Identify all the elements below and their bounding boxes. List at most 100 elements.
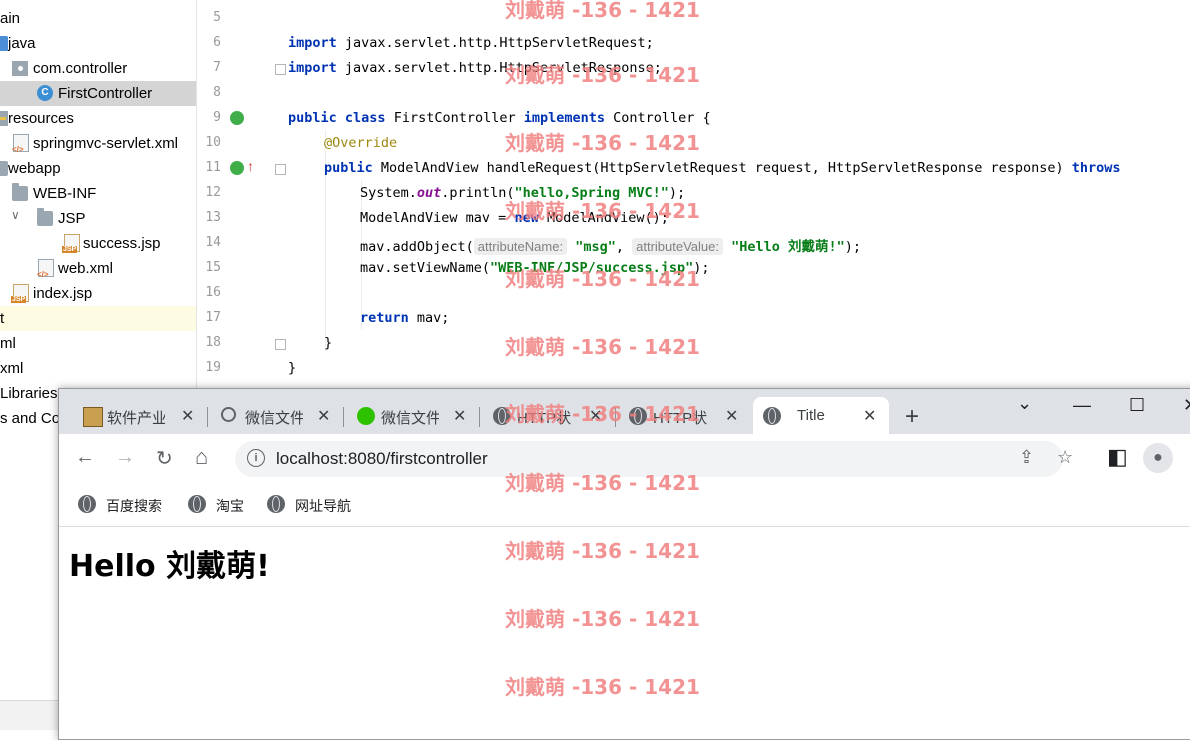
profile-avatar-icon[interactable]: ●: [1143, 443, 1173, 473]
tree-item-web-inf[interactable]: WEB-INF: [0, 181, 196, 206]
tree-item-success-jsp[interactable]: success.jsp: [0, 231, 196, 256]
tab-close-icon[interactable]: ✕: [725, 406, 738, 426]
globe-icon: [763, 407, 781, 425]
code-token: public: [288, 110, 337, 126]
tree-item-resources[interactable]: resources: [0, 106, 196, 131]
tree-item-com-controller[interactable]: com.controller: [0, 56, 196, 81]
globe-icon: [78, 495, 96, 513]
tab-wechat-file-1[interactable]: 微信文件 ✕: [211, 397, 341, 434]
tree-item-main[interactable]: ain: [0, 6, 196, 31]
tree-item-firstcontroller[interactable]: C FirstController: [0, 81, 196, 106]
tree-item-springmvc-servlet-xml[interactable]: springmvc-servlet.xml: [0, 131, 196, 156]
tab-wechat-file-2[interactable]: 微信文件 ✕: [347, 397, 477, 434]
code-token: "WEB-INF/JSP/success.jsp": [490, 260, 694, 276]
url-text[interactable]: localhost:8080/firstcontroller: [276, 449, 488, 469]
tree-item-label: java: [8, 35, 36, 52]
line-number: 13: [205, 210, 221, 225]
tree-item-web-xml[interactable]: web.xml: [0, 256, 196, 281]
new-tab-button[interactable]: +: [905, 403, 919, 431]
tree-item-label: webapp: [8, 160, 61, 177]
xml-file-icon: [37, 259, 54, 279]
close-window-button[interactable]: ✕: [1183, 395, 1190, 416]
code-token: mav;: [408, 310, 450, 326]
tab-search-dropdown-icon[interactable]: ⌄: [1017, 393, 1032, 414]
resources-folder-icon: [0, 111, 8, 126]
override-arrow-icon[interactable]: ↑: [247, 158, 254, 174]
tree-item-label: ml: [0, 335, 16, 352]
tree-item-target[interactable]: t: [0, 306, 196, 331]
tab-software[interactable]: 软件产业 ✕: [73, 397, 203, 434]
line-number: 11: [205, 160, 221, 175]
line-number: 17: [205, 310, 221, 325]
back-button[interactable]: ←: [75, 446, 95, 469]
code-line-19: }: [288, 360, 296, 376]
tree-item-java[interactable]: java: [0, 31, 196, 56]
code-line-6: import javax.servlet.http.HttpServletReq…: [288, 35, 654, 51]
chevron-down-icon[interactable]: ∨: [11, 208, 20, 222]
code-line-18: }: [324, 335, 332, 351]
tab-http-status-2[interactable]: HTTP状 ✕: [619, 397, 749, 434]
tab-close-icon[interactable]: ✕: [453, 406, 466, 426]
tab-separator: [615, 407, 616, 427]
home-button[interactable]: ⌂: [195, 444, 208, 470]
globe-icon: [188, 495, 206, 513]
code-line-17: return mav;: [360, 310, 449, 326]
code-editor[interactable]: 5 6 7 8 9 10 11 12 13 14 15 16 17 18 19 …: [196, 0, 1190, 390]
line-number: 18: [205, 335, 221, 350]
line-number: 14: [205, 235, 221, 250]
tree-item-jsp-folder[interactable]: ∨ JSP: [0, 206, 196, 231]
code-token: import: [288, 35, 337, 51]
tree-item-xml[interactable]: xml: [0, 356, 196, 381]
globe-icon: [493, 407, 511, 425]
reload-button[interactable]: ↻: [156, 446, 173, 471]
tab-http-status-1[interactable]: HTTP状 ✕: [483, 397, 613, 434]
site-info-icon[interactable]: i: [247, 449, 265, 467]
tree-item-index-jsp[interactable]: index.jsp: [0, 281, 196, 306]
code-token: "msg": [575, 239, 616, 255]
tab-separator: [207, 407, 208, 427]
code-token: implements: [523, 110, 606, 126]
fold-marker-icon[interactable]: [275, 164, 286, 175]
tree-item-ml[interactable]: ml: [0, 331, 196, 356]
code-token: FirstController: [385, 110, 524, 126]
bookmarks-bar: 百度搜索 淘宝 网址导航: [59, 484, 1190, 527]
bookmark-star-icon[interactable]: ☆: [1057, 447, 1073, 468]
minimize-button[interactable]: —: [1073, 395, 1091, 416]
maximize-button[interactable]: ☐: [1129, 395, 1145, 416]
line-number: 9: [213, 110, 221, 125]
bookmark-label: 网址导航: [295, 498, 351, 514]
run-gutter-icon[interactable]: [230, 111, 244, 125]
tab-close-icon[interactable]: ✕: [181, 406, 194, 426]
tab-title: 微信文件: [381, 410, 439, 427]
tab-close-icon[interactable]: ✕: [863, 406, 876, 426]
search-icon: [221, 407, 236, 422]
tab-title-active[interactable]: Title ✕: [753, 397, 889, 434]
code-line-11: public ModelAndView handleRequest(HttpSe…: [324, 160, 1121, 176]
tab-title: Title: [797, 407, 825, 424]
tree-item-label: index.jsp: [33, 285, 93, 302]
fold-marker-icon[interactable]: [275, 339, 286, 350]
code-line-12: System.out.println("hello,Spring MVC!");: [360, 185, 685, 201]
side-panel-icon[interactable]: ◧: [1107, 444, 1128, 470]
code-token: new: [514, 210, 539, 226]
code-line-10: @Override: [324, 135, 397, 151]
address-bar[interactable]: i localhost:8080/firstcontroller ⇪ ☆: [235, 441, 1073, 477]
tree-item-webapp[interactable]: webapp: [0, 156, 196, 181]
implementation-gutter-icon[interactable]: [230, 161, 244, 175]
code-token: .println(: [441, 185, 515, 201]
tab-close-icon[interactable]: ✕: [317, 406, 330, 426]
code-line-13: ModelAndView mav = new ModelAndView();: [360, 210, 669, 226]
fold-marker-icon[interactable]: [275, 64, 286, 75]
folder-icon: [12, 183, 28, 201]
share-icon[interactable]: ⇪: [1019, 447, 1034, 468]
tab-title: 微信文件: [245, 410, 303, 427]
tab-title: HTTP状: [517, 410, 572, 427]
line-number: 15: [205, 260, 221, 275]
code-token: mav.setViewName(: [360, 260, 491, 276]
page-heading: Hello 刘戴萌!: [69, 549, 270, 584]
globe-icon: [267, 495, 285, 513]
line-number: 5: [213, 10, 221, 25]
forward-button[interactable]: →: [115, 446, 135, 469]
tree-item-label: resources: [8, 110, 74, 127]
tab-close-icon[interactable]: ✕: [589, 406, 602, 426]
